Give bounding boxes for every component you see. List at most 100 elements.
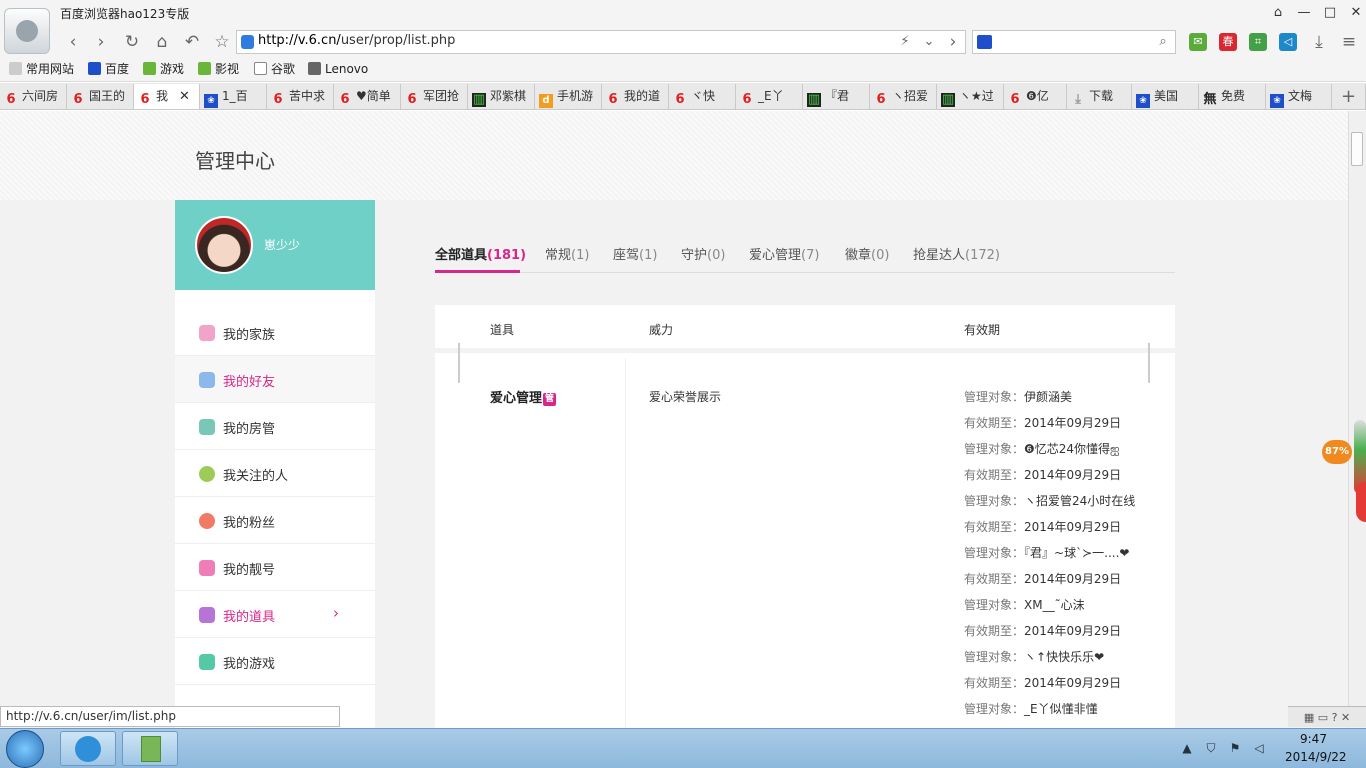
baidu-paw-icon[interactable]	[977, 35, 992, 49]
bookmark-common-sites[interactable]: 常用网站	[9, 61, 74, 77]
undo-icon[interactable]: ↶	[181, 31, 203, 53]
sidebar-item-friends[interactable]: 我的好友	[175, 356, 375, 403]
wand-icon	[199, 607, 215, 623]
mail-icon[interactable]: ✉	[1189, 33, 1207, 51]
validity-line: 有效期至：2014年09月29日	[964, 572, 1122, 586]
spring-icon[interactable]: 春	[1219, 33, 1237, 51]
menu-icon[interactable]: ≡	[1338, 31, 1360, 53]
sidebar-item-family[interactable]: 我的家族	[175, 309, 375, 356]
page-title: 管理中心	[195, 149, 275, 173]
crop-icon[interactable]: ⌗	[1249, 33, 1267, 51]
tab-star-hunter[interactable]: 抢星达人(172)	[913, 244, 1000, 263]
side-widget[interactable]	[1356, 482, 1366, 522]
validity-line: 管理对象：ヽ招爱管24小时在线	[964, 494, 1136, 508]
browser-tab[interactable]: 6 ❻亿	[1004, 84, 1067, 109]
browser-tab[interactable]: 6 苦中求	[267, 84, 334, 109]
sidebar-item-props[interactable]: 我的道具 ›	[175, 591, 375, 638]
tab-vehicle[interactable]: 座驾(1)	[613, 244, 657, 263]
clock-date[interactable]: 2014/9/22	[1285, 750, 1347, 764]
go-icon[interactable]: ›	[942, 31, 964, 53]
chevron-down-icon[interactable]: ⌄	[918, 31, 940, 53]
browser-logo-icon[interactable]	[4, 8, 50, 54]
browser-tab[interactable]: ▥ 邓紫棋	[468, 84, 535, 109]
browser-tab[interactable]: ❀ 1_百	[200, 84, 267, 109]
validity-line: 管理对象：_E丫似懂非懂	[964, 702, 1098, 716]
browser-tab[interactable]: 6 我的道	[602, 84, 669, 109]
back-icon[interactable]: ‹	[62, 31, 84, 53]
browser-tab[interactable]: ❀ 美国	[1132, 84, 1199, 109]
home-icon[interactable]: ⌂	[151, 31, 173, 53]
search-input[interactable]	[972, 30, 1176, 54]
minimize-button[interactable]: —	[1292, 4, 1316, 22]
sidebar-item-games[interactable]: 我的游戏	[175, 638, 375, 685]
tab-love-admin[interactable]: 爱心管理(7)	[749, 244, 819, 263]
browser-tab[interactable]: 6 ヽ招爱	[870, 84, 937, 109]
close-tab-icon[interactable]: ✕	[179, 84, 190, 109]
tab-all-props[interactable]: 全部道具(181)	[435, 244, 526, 263]
taskbar	[0, 728, 1366, 768]
browser-tab[interactable]: 6 ヾ快	[669, 84, 736, 109]
admin-icon	[199, 419, 215, 435]
url-text[interactable]: http://v.6.cn/user/prop/list.php	[258, 33, 455, 48]
header-prop: 道具	[490, 323, 515, 337]
refresh-icon[interactable]: ↻	[121, 31, 143, 53]
maximize-button[interactable]: □	[1318, 4, 1342, 22]
search-icon[interactable]: ⌕	[1152, 31, 1174, 53]
tray-shield-icon[interactable]: ⛉	[1204, 741, 1218, 755]
sidebar: 崽少少 我的家族 我的好友 我的房管 我关注的人 我的粉丝 我的靓号 我的道具 ›…	[175, 200, 375, 728]
sidebar-item-numbers[interactable]: 我的靓号	[175, 544, 375, 591]
browser-tab[interactable]: ▥ 『君	[803, 84, 870, 109]
browser-tab[interactable]: 6 _E丫	[736, 84, 803, 109]
scrollbar-thumb[interactable]	[1351, 132, 1363, 166]
browser-tab[interactable]: ❀ 文梅	[1266, 84, 1332, 109]
table-header: 道具 威力 有效期	[435, 305, 1175, 353]
browser-tab[interactable]: 6 军团抢	[401, 84, 468, 109]
browser-tab[interactable]: 6 六间房	[0, 84, 67, 109]
sidebar-item-following[interactable]: 我关注的人	[175, 450, 375, 497]
tray-expand-icon[interactable]: ▲	[1180, 741, 1194, 755]
bookmark-games[interactable]: 游戏	[143, 61, 184, 77]
sound-icon[interactable]: ◁	[1279, 33, 1297, 51]
scroll-handle-left[interactable]	[458, 343, 462, 383]
speed-badge[interactable]: 87%	[1322, 440, 1352, 464]
new-tab-button[interactable]: +	[1332, 84, 1366, 109]
browser-tab-active[interactable]: 6 我 ✕	[134, 84, 200, 109]
browser-tab[interactable]: ⤓ 下载	[1067, 84, 1132, 109]
close-button[interactable]: ✕	[1344, 4, 1366, 22]
browser-tab[interactable]: ▥ ヽ★过	[937, 84, 1004, 109]
forward-icon[interactable]: ›	[90, 31, 112, 53]
scroll-handle-right[interactable]	[1148, 343, 1152, 383]
bookmark-baidu[interactable]: 百度	[88, 61, 129, 77]
browser-tab[interactable]: d 手机游	[535, 84, 602, 109]
star-icon[interactable]: ☆	[211, 31, 233, 53]
shield-icon	[241, 35, 254, 49]
page-viewport: 管理中心 崽少少 我的家族 我的好友 我的房管 我关注的人 我的粉丝 我的靓号 …	[0, 111, 1348, 728]
validity-line: 有效期至：2014年09月29日	[964, 468, 1122, 482]
bookmark-video[interactable]: 影视	[198, 61, 239, 77]
clock-time[interactable]: 9:47	[1300, 732, 1327, 746]
username[interactable]: 崽少少	[264, 236, 300, 253]
browser-tab[interactable]: 無免费	[1199, 84, 1266, 109]
taskbar-browser[interactable]	[60, 731, 116, 766]
avatar[interactable]	[195, 216, 253, 274]
bookmark-google[interactable]: 谷歌	[254, 61, 295, 77]
browser-tab[interactable]: 6 国王的	[67, 84, 134, 109]
family-icon	[199, 325, 215, 341]
bookmark-lenovo[interactable]: Lenovo	[308, 61, 368, 77]
lightning-icon[interactable]: ⚡	[894, 31, 916, 53]
tab-regular[interactable]: 常规(1)	[545, 244, 589, 263]
taskbar-recycle[interactable]	[122, 731, 178, 766]
tray-volume-icon[interactable]: ◁	[1252, 741, 1266, 755]
start-button[interactable]	[6, 730, 44, 768]
browser-tab[interactable]: 6 ♥简单	[334, 84, 401, 109]
skin-icon[interactable]: ⌂	[1266, 4, 1290, 22]
sidebar-item-fans[interactable]: 我的粉丝	[175, 497, 375, 544]
tab-badge[interactable]: 徽章(0)	[845, 244, 889, 263]
sidebar-item-room-admin[interactable]: 我的房管	[175, 403, 375, 450]
status-tools[interactable]: ▦ ▭ ? ✕	[1288, 706, 1366, 727]
tab-guard[interactable]: 守护(0)	[681, 244, 725, 263]
tray-flag-icon[interactable]: ⚑	[1228, 741, 1242, 755]
download-icon[interactable]: ⤓	[1308, 31, 1330, 53]
column-divider	[625, 358, 626, 728]
props-table: 道具 威力 有效期 爱心管理管 爱心荣誉展示 管理对象：伊颜涵美 有效期至：201…	[435, 305, 1175, 728]
